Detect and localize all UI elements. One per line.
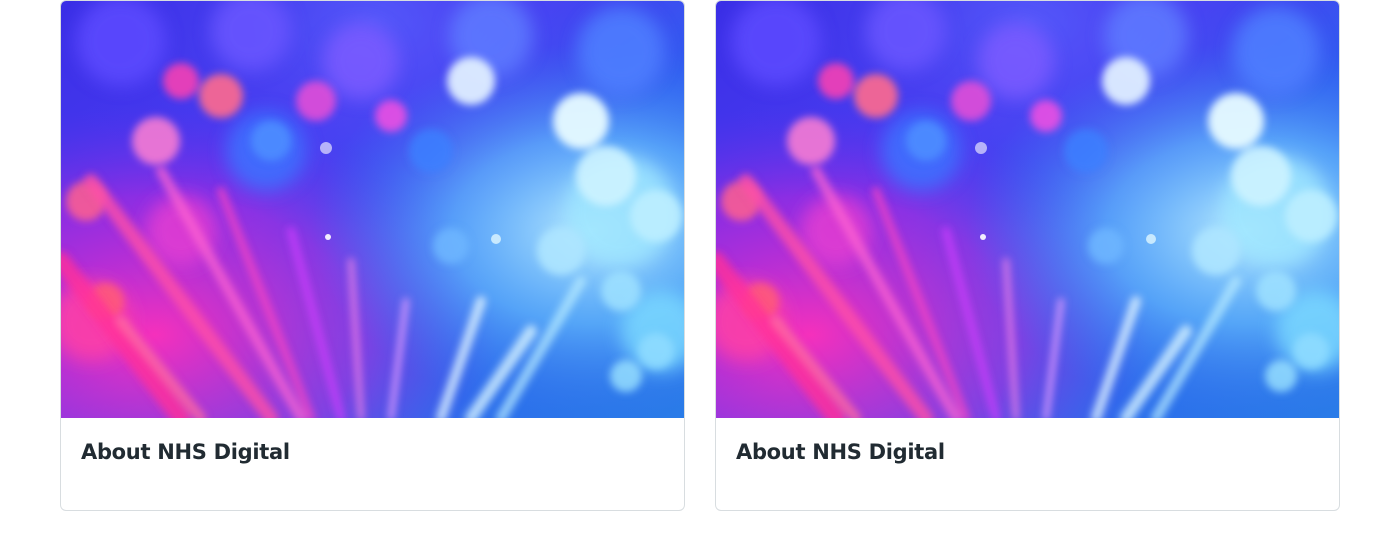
card-image[interactable]	[61, 1, 685, 418]
card-about-nhs-digital-2[interactable]: About NHS Digital	[715, 0, 1340, 511]
card-title-link[interactable]: About NHS Digital	[736, 440, 945, 464]
fibre-optic-image	[61, 1, 685, 418]
card-about-nhs-digital-1[interactable]: About NHS Digital	[60, 0, 685, 511]
fibre-optic-image	[716, 1, 1340, 418]
card-image[interactable]	[716, 1, 1340, 418]
card-title-link[interactable]: About NHS Digital	[81, 440, 290, 464]
card-grid: About NHS Digital About NHS Digital	[60, 0, 1340, 511]
card-title[interactable]: About NHS Digital	[81, 435, 290, 469]
card-title[interactable]: About NHS Digital	[736, 435, 945, 469]
